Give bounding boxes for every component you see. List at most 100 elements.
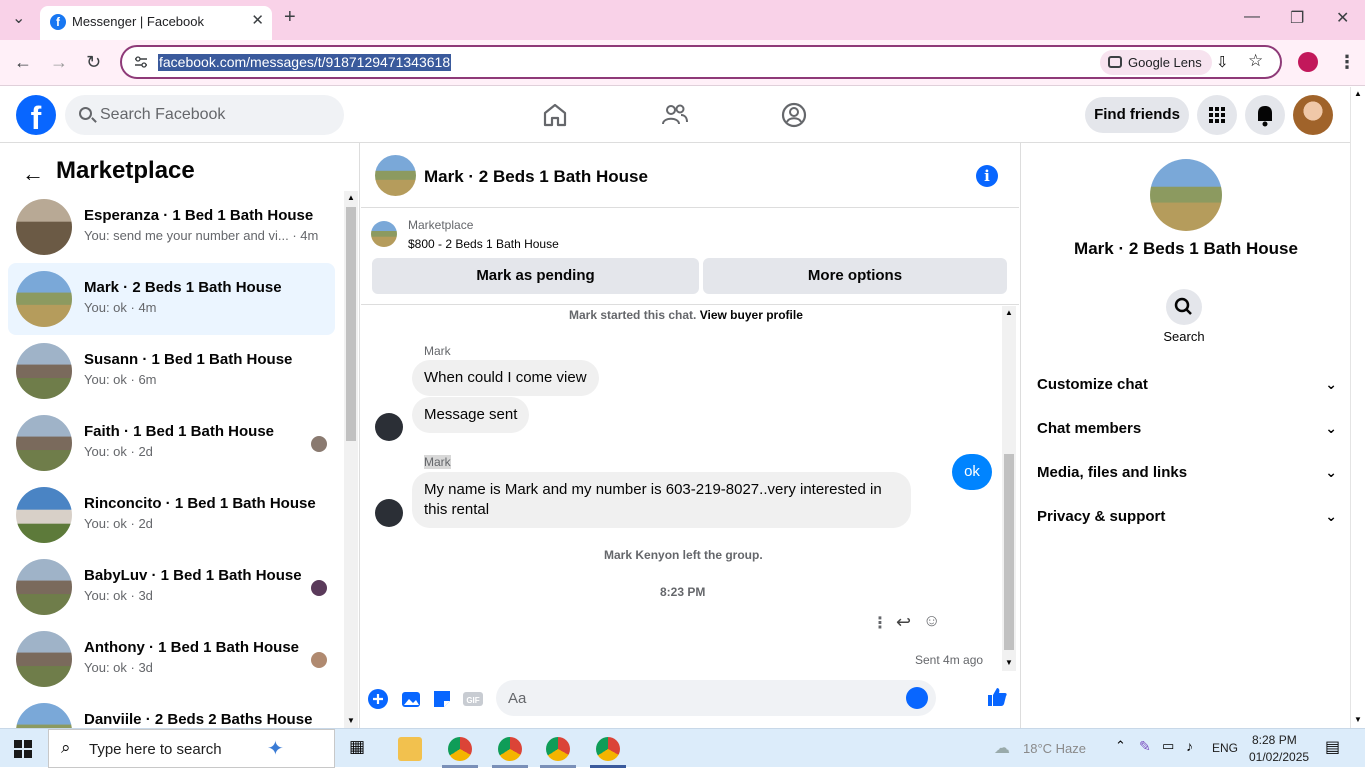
mark-as-pending-button[interactable]: Mark as pending	[372, 258, 699, 294]
taskbar-search-box[interactable]: ⌕ Type here to search ✦	[48, 729, 335, 768]
scroll-up-icon[interactable]: ▲	[347, 193, 355, 202]
sticker-icon[interactable]	[431, 688, 453, 710]
google-lens-button[interactable]: Google Lens	[1100, 50, 1212, 75]
windows-taskbar: ⌕ Type here to search ✦ ▦ ☁ 18°C Haze ⌃ …	[0, 728, 1365, 768]
notification-center-icon[interactable]: ▤	[1325, 737, 1340, 757]
file-explorer-icon[interactable]	[398, 737, 422, 761]
reload-icon[interactable]: ↻	[86, 52, 101, 73]
find-friends-button[interactable]: Find friends	[1085, 97, 1189, 133]
message-bubble[interactable]: Message sent	[412, 397, 530, 433]
install-app-icon[interactable]: ⇩	[1216, 53, 1229, 71]
gif-icon[interactable]: GIF	[462, 688, 484, 710]
view-buyer-profile-link[interactable]: View buyer profile	[700, 308, 803, 322]
scrollbar-thumb[interactable]	[1004, 454, 1014, 650]
url-text[interactable]: facebook.com/messages/t/9187129471343618	[158, 54, 452, 71]
info-icon[interactable]: i	[976, 165, 998, 187]
back-arrow-icon[interactable]: ←	[14, 52, 32, 73]
plus-icon[interactable]	[367, 688, 389, 710]
pen-icon[interactable]: ✎	[1139, 738, 1151, 755]
account-avatar[interactable]	[1293, 95, 1333, 135]
chat-avatar[interactable]	[375, 155, 416, 196]
privacy-support-section[interactable]: Privacy & support ⌄	[1037, 508, 1337, 525]
battery-icon[interactable]: ▭	[1162, 738, 1174, 754]
language-indicator[interactable]: ENG	[1212, 741, 1238, 755]
conversation-item[interactable]: Anthony · 1 Bed 1 Bath House You: ok · 3…	[8, 623, 335, 695]
emoji-icon[interactable]	[906, 687, 928, 709]
conversation-item[interactable]: Faith · 1 Bed 1 Bath House You: ok · 2d	[8, 407, 335, 479]
lens-icon	[1108, 56, 1122, 68]
site-info-icon[interactable]	[134, 56, 148, 68]
message-input[interactable]: Aa	[496, 680, 936, 716]
search-in-chat-button[interactable]	[1166, 289, 1202, 325]
minimize-icon[interactable]: —	[1244, 8, 1260, 26]
conversation-item[interactable]: Esperanza · 1 Bed 1 Bath House You: send…	[8, 191, 335, 263]
chat-profile-avatar[interactable]	[1150, 159, 1222, 231]
conversation-item[interactable]: BabyLuv · 1 Bed 1 Bath House You: ok · 3…	[8, 551, 335, 623]
chrome-icon[interactable]	[596, 737, 620, 761]
scroll-up-icon[interactable]: ▲	[1005, 308, 1013, 317]
clock-date[interactable]: 01/02/2025	[1249, 750, 1309, 764]
chrome-icon[interactable]	[498, 737, 522, 761]
message-bubble[interactable]: My name is Mark and my number is 603-219…	[412, 472, 911, 528]
chrome-icon[interactable]	[448, 737, 472, 761]
listing-title[interactable]: $800 - 2 Beds 1 Bath House	[408, 237, 559, 251]
conversation-item[interactable]: Danviile · 2 Beds 2 Baths House	[8, 695, 335, 728]
more-options-button[interactable]: More options	[703, 258, 1007, 294]
my-message-bubble[interactable]: ok	[952, 454, 992, 490]
chat-scrollbar[interactable]: ▲ ▼	[1002, 306, 1016, 671]
browser-tab[interactable]: f Messenger | Facebook ✕	[40, 6, 272, 40]
weather-text[interactable]: 18°C Haze	[1023, 741, 1086, 756]
customize-chat-section[interactable]: Customize chat ⌄	[1037, 376, 1337, 393]
menu-grid-button[interactable]	[1197, 95, 1237, 135]
weather-icon[interactable]: ☁	[994, 738, 1010, 758]
media-files-links-section[interactable]: Media, files and links ⌄	[1037, 464, 1337, 481]
listing-thumbnail[interactable]	[371, 221, 397, 247]
window-close-icon[interactable]: ✕	[1336, 8, 1349, 28]
new-tab-icon[interactable]: +	[284, 6, 296, 29]
conversation-item[interactable]: Rinconcito · 1 Bed 1 Bath House You: ok …	[8, 479, 335, 551]
conversation-item[interactable]: Susann · 1 Bed 1 Bath House You: ok · 6m	[8, 335, 335, 407]
scrollbar-thumb[interactable]	[346, 207, 356, 441]
friends-icon[interactable]	[661, 101, 689, 129]
home-icon[interactable]	[541, 101, 569, 129]
windows-start-icon[interactable]	[14, 740, 32, 758]
show-hidden-icons-icon[interactable]: ⌃	[1115, 738, 1126, 754]
sender-avatar[interactable]	[375, 499, 403, 527]
conversation-item-active[interactable]: Mark · 2 Beds 1 Bath House You: ok · 4m	[8, 263, 335, 335]
tab-close-icon[interactable]: ✕	[251, 11, 264, 29]
page-scrollbar[interactable]: ▲ ▼	[1350, 87, 1365, 728]
reply-icon[interactable]: ↩	[896, 612, 911, 633]
message-bubble[interactable]: When could I come view	[412, 360, 599, 396]
more-actions-icon[interactable]: ⋮	[872, 613, 888, 633]
profile-icon[interactable]	[1298, 52, 1318, 72]
tab-title: Messenger | Facebook	[72, 14, 204, 29]
forward-arrow-icon[interactable]: →	[50, 52, 68, 73]
groups-icon[interactable]	[780, 101, 808, 129]
sender-avatar[interactable]	[375, 413, 403, 441]
conversation-list-scrollbar[interactable]: ▲ ▼	[344, 191, 358, 728]
volume-icon[interactable]: ♪	[1186, 738, 1193, 754]
scroll-down-icon[interactable]: ▼	[1354, 715, 1362, 724]
bookmark-star-icon[interactable]: ☆	[1248, 51, 1263, 71]
scroll-down-icon[interactable]: ▼	[347, 716, 355, 725]
facebook-search-input[interactable]: Search Facebook	[65, 95, 344, 135]
chat-title[interactable]: Mark · 2 Beds 1 Bath House	[424, 167, 648, 187]
address-bar[interactable]: facebook.com/messages/t/9187129471343618…	[120, 45, 1282, 79]
scroll-down-icon[interactable]: ▼	[1005, 658, 1013, 667]
notifications-button[interactable]	[1245, 95, 1285, 135]
browser-menu-icon[interactable]: ⋮	[1338, 52, 1356, 73]
scroll-up-icon[interactable]: ▲	[1354, 89, 1362, 98]
chrome-icon[interactable]	[546, 737, 570, 761]
tab-search-chevron-icon[interactable]: ⌄	[12, 8, 25, 28]
react-emoji-icon[interactable]: ☺	[923, 611, 940, 631]
task-view-icon[interactable]: ▦	[349, 737, 365, 757]
thumbs-up-icon[interactable]	[986, 686, 1008, 708]
facebook-logo-icon[interactable]: f	[16, 95, 56, 136]
photo-icon[interactable]	[400, 688, 422, 710]
seen-avatar	[311, 436, 327, 452]
chat-members-section[interactable]: Chat members ⌄	[1037, 420, 1337, 437]
clock-time[interactable]: 8:28 PM	[1252, 733, 1297, 747]
maximize-icon[interactable]: ❐	[1290, 8, 1304, 28]
conversation-name: Faith · 1 Bed 1 Bath House	[84, 423, 275, 440]
back-arrow-icon[interactable]: ←	[22, 161, 44, 187]
